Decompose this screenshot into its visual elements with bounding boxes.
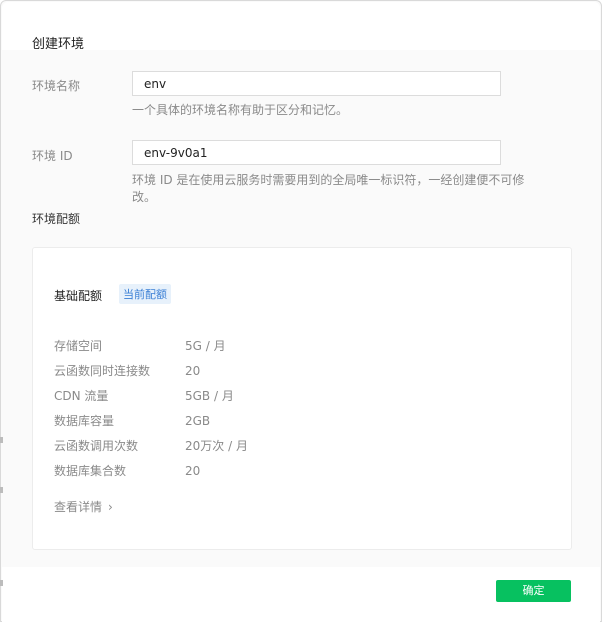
env-id-input[interactable] <box>132 140 501 165</box>
create-environment-dialog: 创建环境 环境名称 一个具体的环境名称有助于区分和记忆。 环境 ID 环境 ID… <box>0 0 602 622</box>
quota-row: 云函数同时连接数 20 <box>54 362 314 387</box>
quota-key: 云函数同时连接数 <box>54 364 151 378</box>
quota-card: 基础配额 当前配额 存储空间 5G / 月 云函数同时连接数 20 CDN 流量… <box>32 247 572 550</box>
quota-section-title: 环境配额 <box>32 212 81 226</box>
quota-table: 存储空间 5G / 月 云函数同时连接数 20 CDN 流量 5GB / 月 数… <box>54 337 314 487</box>
background-edge-mark <box>0 437 3 443</box>
quota-key: 存储空间 <box>54 339 103 353</box>
quota-value: 5G / 月 <box>185 339 226 353</box>
quota-key: 数据库集合数 <box>54 464 127 478</box>
chevron-right-icon: › <box>108 500 113 514</box>
quota-row: 云函数调用次数 20万次 / 月 <box>54 437 314 462</box>
confirm-button[interactable]: 确定 <box>496 580 571 602</box>
env-id-hint: 环境 ID 是在使用云服务时需要用到的全局唯一标识符，一经创建便不可修改。 <box>132 173 525 204</box>
quota-value: 20万次 / 月 <box>185 439 248 453</box>
quota-row: 数据库集合数 20 <box>54 462 314 487</box>
quota-row: 存储空间 5G / 月 <box>54 337 314 362</box>
background-edge-mark <box>0 487 3 493</box>
current-plan-badge: 当前配额 <box>119 284 171 304</box>
background-edge-mark <box>0 580 3 586</box>
plan-name: 基础配额 <box>54 289 103 303</box>
quota-row: 数据库容量 2GB <box>54 412 314 437</box>
env-name-hint: 一个具体的环境名称有助于区分和记忆。 <box>132 103 349 117</box>
quota-key: 数据库容量 <box>54 414 115 428</box>
dialog-title: 创建环境 <box>32 37 85 52</box>
env-name-input[interactable] <box>132 71 501 96</box>
quota-row: CDN 流量 5GB / 月 <box>54 387 314 412</box>
quota-value: 2GB <box>185 414 211 428</box>
quota-key: 云函数调用次数 <box>54 439 139 453</box>
quota-value: 20 <box>185 364 201 378</box>
quota-key: CDN 流量 <box>54 389 109 403</box>
view-details-link[interactable]: 查看详情 › <box>54 498 113 515</box>
dialog-header <box>2 2 600 50</box>
view-details-label: 查看详情 <box>54 500 103 514</box>
env-id-label: 环境 ID <box>32 149 73 163</box>
env-name-label: 环境名称 <box>32 79 81 93</box>
quota-value: 20 <box>185 464 201 478</box>
quota-value: 5GB / 月 <box>185 389 234 403</box>
